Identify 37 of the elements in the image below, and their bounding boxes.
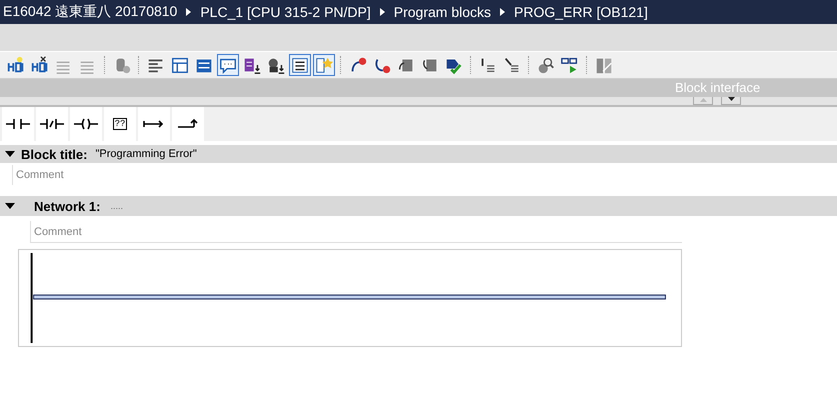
comment-field[interactable]: Comment: [30, 221, 682, 243]
toolbar-button[interactable]: [313, 54, 335, 76]
ladder-element-button[interactable]: [70, 107, 102, 141]
collapse-triangle-icon[interactable]: [4, 201, 16, 211]
coil-icon: [74, 118, 98, 130]
down-triangle-icon: [728, 97, 734, 102]
network-title[interactable]: .....: [110, 201, 123, 211]
ladder-element-button[interactable]: [36, 107, 68, 141]
block-title-value[interactable]: "Programming Error": [95, 148, 197, 160]
breadcrumb-item[interactable]: Program blocks: [394, 4, 492, 20]
close-branch-icon: [176, 118, 200, 130]
network-label: Network 1:: [34, 198, 100, 214]
list-icon: [290, 55, 310, 75]
window-icon: [170, 55, 190, 75]
separator-arrow-icon: [500, 8, 506, 16]
star-icon: [314, 55, 334, 75]
collapse-triangle-icon[interactable]: [4, 149, 16, 159]
ladder-element-button[interactable]: [172, 107, 204, 141]
ladder-element-button[interactable]: [138, 107, 170, 141]
toolbar-button[interactable]: [289, 54, 311, 76]
toolbar-button[interactable]: [217, 54, 239, 76]
breadcrumb-item[interactable]: E16042 遠東重八 20170810: [3, 3, 178, 21]
scroll-down-button[interactable]: [721, 97, 741, 105]
open-branch-icon: [142, 118, 166, 130]
block-title-label: Block title:: [21, 146, 88, 162]
contact-icon: [6, 118, 30, 130]
search-icon: [536, 55, 556, 75]
ladder-element-button[interactable]: ??: [104, 107, 136, 141]
network-icon: [6, 55, 26, 75]
separator-arrow-icon: [186, 8, 192, 16]
panel-title: Block interface: [675, 79, 762, 97]
breadcrumb-item[interactable]: PROG_ERR [OB121]: [514, 4, 648, 20]
ladder-element-button[interactable]: [2, 107, 34, 141]
breadcrumb-item[interactable]: PLC_1 [CPU 315-2 PN/DP]: [200, 4, 371, 20]
separator-arrow-icon: [380, 8, 385, 16]
negated-contact-icon: [40, 118, 64, 130]
network-icon: [30, 55, 50, 75]
